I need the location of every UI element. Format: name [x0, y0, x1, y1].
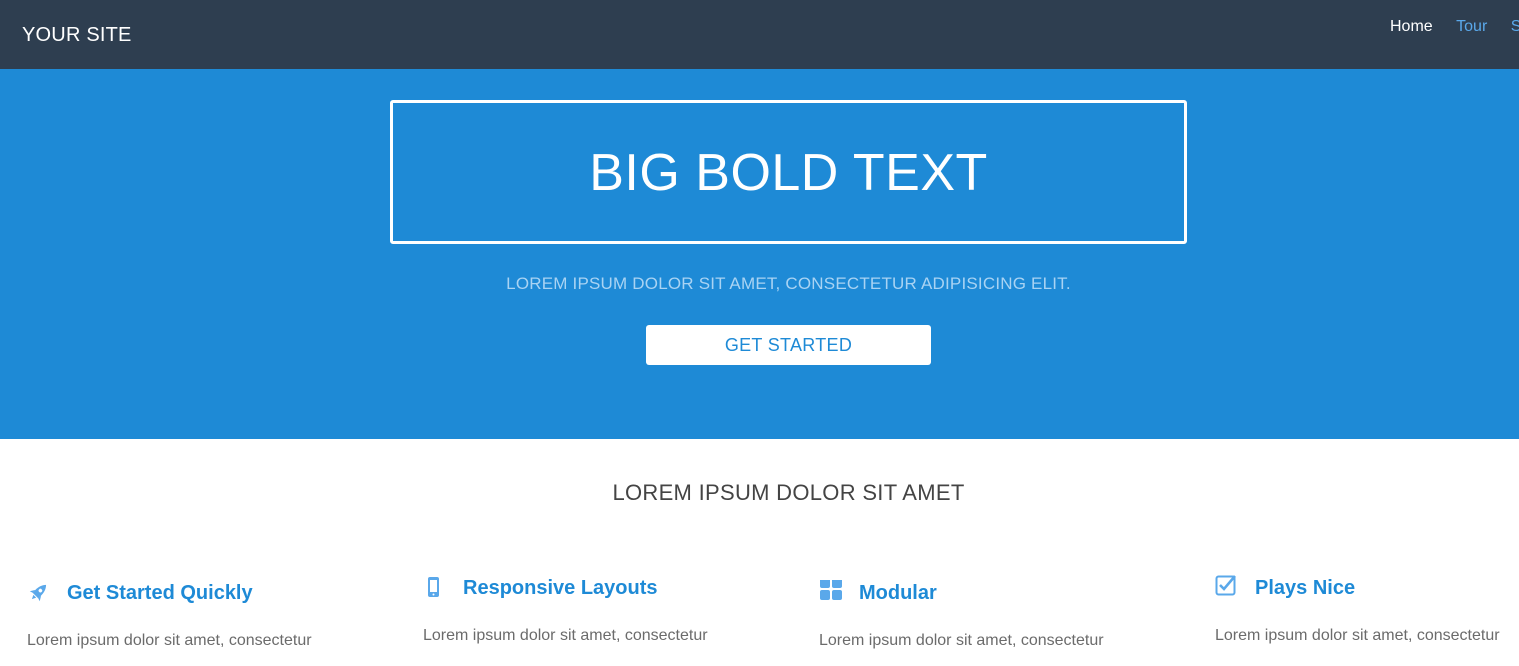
mobile-icon — [423, 575, 449, 606]
section-title: LOREM IPSUM DOLOR SIT AMET — [612, 480, 965, 505]
feature-title: Modular — [859, 582, 937, 604]
feature-get-started: Get Started Quickly Lorem ipsum dolor si… — [27, 580, 337, 649]
feature-header: Modular — [819, 578, 1129, 606]
site-brand-link[interactable]: YOUR SITE — [22, 24, 132, 47]
checkbox-icon — [1215, 575, 1241, 606]
hero-section: BIG BOLD TEXT LOREM IPSUM DOLOR SIT AMET… — [0, 69, 1519, 439]
feature-title: Plays Nice — [1255, 577, 1356, 599]
feature-header: Responsive Layouts — [423, 575, 733, 601]
hero-title-frame: BIG BOLD TEXT — [390, 100, 1187, 244]
grid-icon — [819, 578, 845, 611]
feature-description: Lorem ipsum dolor sit amet, consectetur — [423, 627, 708, 644]
hero-title: BIG BOLD TEXT — [589, 144, 988, 202]
nav-links: Home Tour S — [1390, 18, 1519, 38]
feature-title: Responsive Layouts — [463, 577, 658, 599]
navbar: YOUR SITE Home Tour S — [0, 0, 1519, 69]
feature-modular: Modular Lorem ipsum dolor sit amet, cons… — [819, 578, 1129, 649]
feature-description: Lorem ipsum dolor sit amet, consectetur — [1215, 627, 1500, 644]
feature-header: Plays Nice — [1215, 575, 1519, 601]
nav-link-truncated[interactable]: S — [1511, 18, 1519, 36]
get-started-button[interactable]: GET STARTED — [646, 325, 931, 365]
hero-subtitle: LOREM IPSUM DOLOR SIT AMET, CONSECTETUR … — [506, 274, 1071, 293]
feature-description: Lorem ipsum dolor sit amet, consectetur — [819, 632, 1104, 649]
feature-description: Lorem ipsum dolor sit amet, consectetur — [27, 632, 312, 649]
nav-link-tour[interactable]: Tour — [1456, 18, 1487, 36]
feature-title: Get Started Quickly — [67, 582, 253, 604]
feature-header: Get Started Quickly — [27, 580, 337, 606]
feature-responsive: Responsive Layouts Lorem ipsum dolor sit… — [423, 575, 733, 644]
feature-plays-nice: Plays Nice Lorem ipsum dolor sit amet, c… — [1215, 575, 1519, 644]
rocket-icon — [27, 580, 53, 611]
nav-link-home[interactable]: Home — [1390, 18, 1433, 36]
